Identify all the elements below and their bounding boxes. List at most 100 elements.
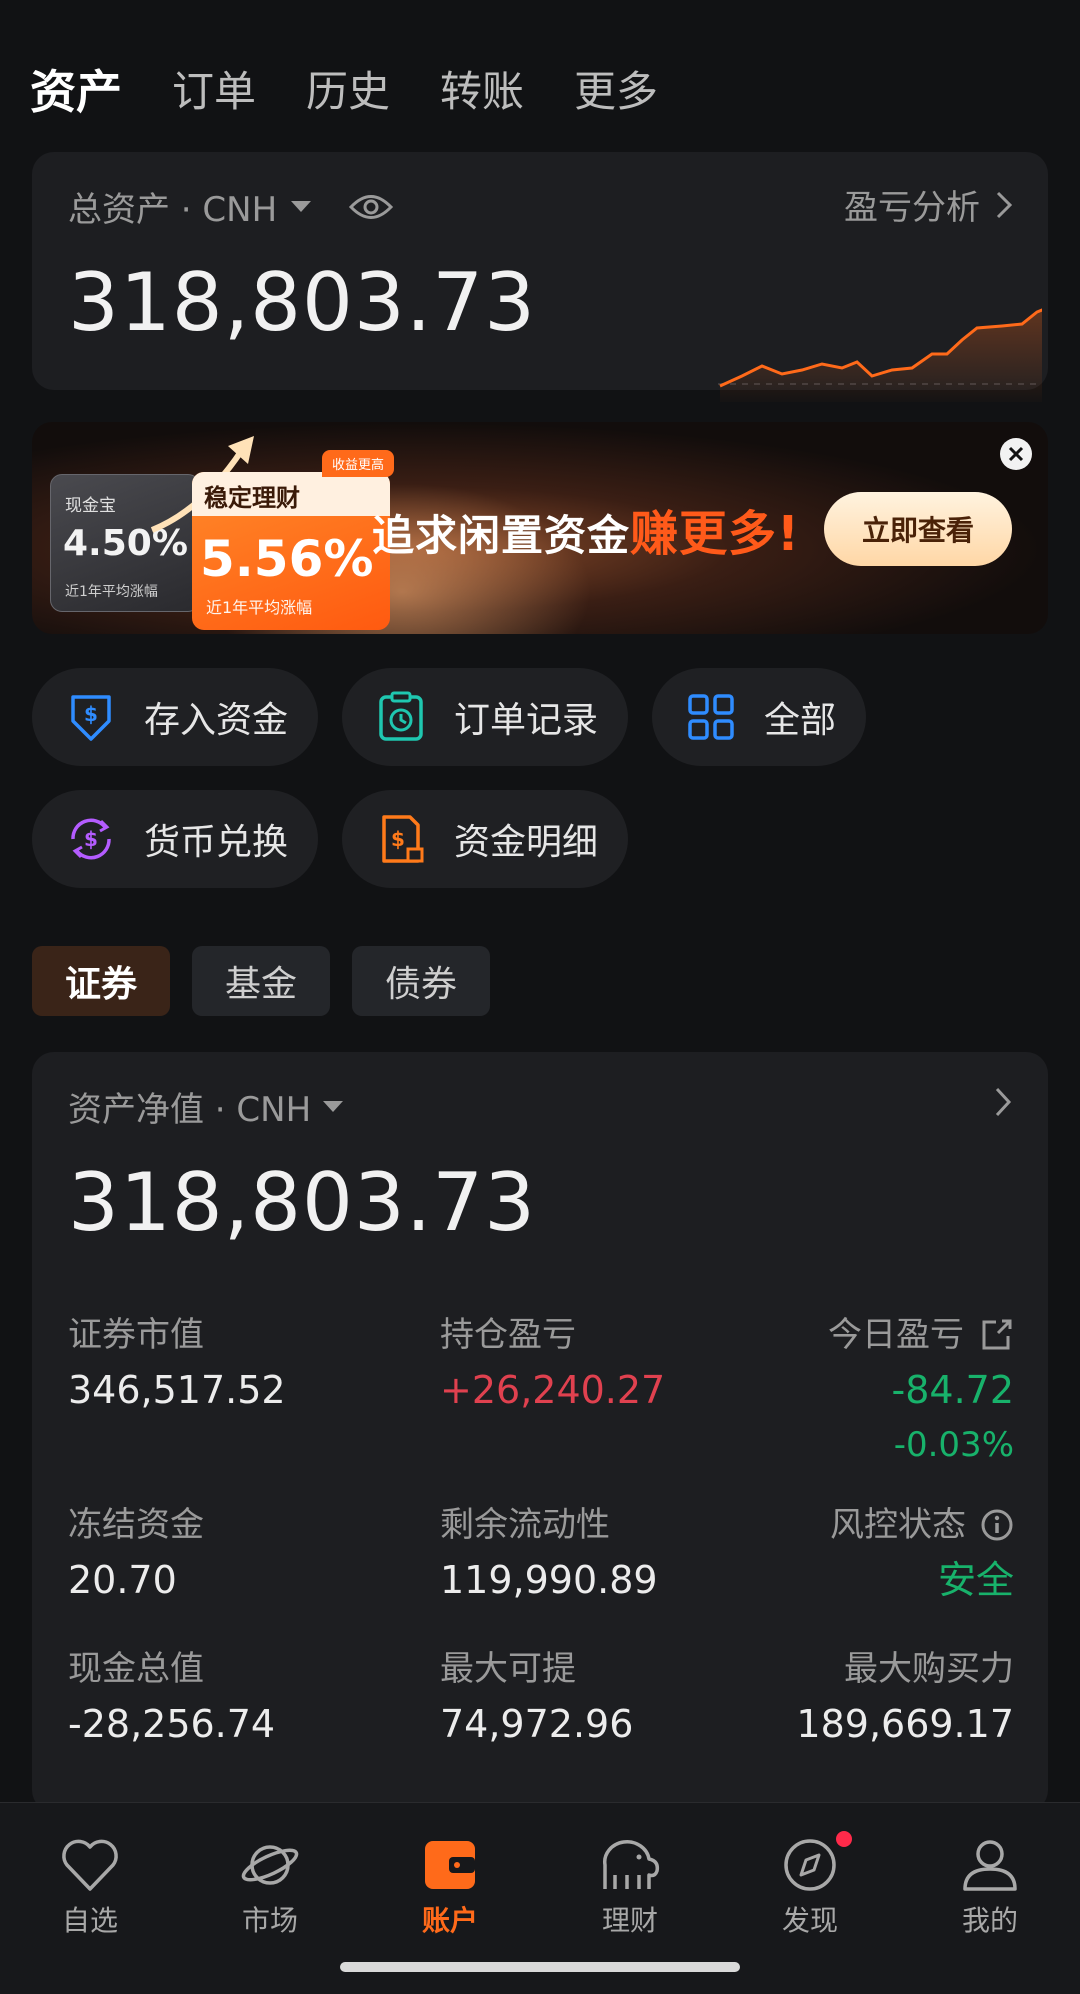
caret-down-icon [291,201,312,212]
nav-watchlist[interactable]: 自选 [20,1837,160,1939]
all-functions-button[interactable]: 全部 [652,668,866,766]
total-assets-currency-selector[interactable]: 总资产 · CNH [68,182,394,231]
wallet-icon [425,1841,475,1889]
max-withdrawable-label: 最大可提 [440,1649,576,1689]
view-now-button[interactable]: 立即查看 [824,492,1012,566]
close-icon [1008,446,1024,462]
account-screen: 资产 订单 历史 转账 更多 总资产 · CNH 318,803.73 盈亏分析 [0,0,1080,1994]
info-icon[interactable] [980,1508,1014,1542]
nav-me[interactable]: 我的 [920,1837,1060,1939]
tab-assets[interactable]: 资产 [30,62,122,122]
pnl-analysis-label: 盈亏分析 [844,188,980,228]
chevron-right-icon[interactable] [994,1086,1012,1118]
svg-text:$: $ [391,827,405,851]
asset-trend-sparkline[interactable] [682,242,1042,402]
deposit-button[interactable]: $ 存入资金 [32,668,318,766]
nav-discover[interactable]: 发现 [740,1831,880,1939]
pnl-analysis-link[interactable]: 盈亏分析 [844,180,1012,229]
notification-dot [836,1831,852,1847]
share-icon[interactable] [978,1317,1014,1353]
fund-details-button[interactable]: $ 资金明细 [342,790,628,888]
svg-text:$: $ [84,827,98,851]
banner-slogan-main: 追求闲置资金 [372,511,631,560]
currency-exchange-icon: $ [64,812,118,866]
max-buying-power-amount: 189,669.17 [796,1702,1014,1746]
nav-account-label: 账户 [421,1904,478,1937]
user-icon [963,1840,1017,1891]
net-asset-currency-selector[interactable]: 资产净值 · CNH [68,1082,344,1131]
net-asset-card[interactable]: 资产净值 · CNH 318,803.73 证券市值 346,517.52 持仓… [32,1052,1048,1812]
nav-market-label: 市场 [241,1904,298,1937]
stable-finance-card: 稳定理财 收益更高 5.56% 近1年平均涨幅 [192,450,394,630]
nav-watchlist-label: 自选 [61,1904,118,1937]
securities-value-label: 证券市值 [68,1315,204,1355]
max-buying-power-label: 最大购买力 [844,1649,1014,1689]
tab-more[interactable]: 更多 [574,62,658,122]
max-buying-power-metric: 最大购买力 189,669.17 [796,1646,1014,1752]
stable-finance-title: 稳定理财 [204,484,300,512]
higher-yield-tag: 收益更高 [321,450,394,477]
heart-icon [62,1839,118,1891]
nav-wealth[interactable]: 理财 [560,1837,700,1939]
promo-banner[interactable]: 现金宝 4.50% 近1年平均涨幅 稳定理财 收益更高 5.56% 近1年平均涨… [32,422,1048,634]
position-pnl-metric: 持仓盈亏 +26,240.27 [440,1312,665,1418]
elephant-icon [603,1840,660,1889]
eye-icon[interactable] [349,192,394,222]
net-asset-label: 资产净值 · CNH [68,1090,312,1130]
remaining-liquidity-amount: 119,990.89 [440,1558,658,1602]
fund-detail-icon: $ [374,812,428,866]
compass-icon [784,1839,836,1891]
today-pnl-amount: -84.72 [891,1368,1015,1412]
total-assets-label: 总资产 · CNH [68,190,278,230]
remaining-liquidity-label: 剩余流动性 [440,1505,610,1545]
home-indicator[interactable] [340,1962,740,1972]
caret-down-icon [323,1101,344,1112]
order-records-button[interactable]: 订单记录 [342,668,628,766]
frozen-funds-amount: 20.70 [68,1558,177,1602]
banner-close-button[interactable] [1000,438,1032,470]
tab-orders[interactable]: 订单 [172,62,256,122]
frozen-funds-metric: 冻结资金 20.70 [68,1502,204,1608]
nav-discover-label: 发现 [781,1904,838,1937]
planet-icon [241,1845,299,1885]
nav-me-label: 我的 [961,1904,1018,1937]
frozen-funds-label: 冻结资金 [68,1505,204,1545]
stable-finance-rate: 5.56% [200,530,374,588]
today-pnl-metric: 今日盈亏 -84.72 -0.03% [828,1312,1014,1472]
tab-transfer[interactable]: 转账 [440,62,524,122]
risk-status-value: 安全 [937,1558,1014,1602]
total-assets-value: 318,803.73 [68,256,537,349]
remaining-liquidity-metric: 剩余流动性 119,990.89 [440,1502,658,1608]
asset-type-segment: 证券 基金 债券 [32,946,490,1016]
top-tab-bar: 资产 订单 历史 转账 更多 [30,62,658,122]
stable-finance-sub: 近1年平均涨幅 [206,598,313,617]
tab-history[interactable]: 历史 [306,62,390,122]
banner-slogan: 追求闲置资金赚更多! [372,494,800,564]
segment-funds[interactable]: 基金 [192,946,330,1016]
cash-treasure-title: 现金宝 [65,496,116,516]
clipboard-clock-icon [374,690,428,744]
segment-securities[interactable]: 证券 [32,946,170,1016]
max-withdrawable-metric: 最大可提 74,972.96 [440,1646,633,1752]
total-assets-card: 总资产 · CNH 318,803.73 盈亏分析 [32,152,1048,402]
order-records-label: 订单记录 [454,700,599,741]
total-cash-amount: -28,256.74 [68,1702,276,1746]
currency-exchange-button[interactable]: $ 货币兑换 [32,790,318,888]
svg-text:$: $ [84,702,98,726]
segment-bonds[interactable]: 债券 [352,946,490,1016]
currency-exchange-label: 货币兑换 [144,822,289,863]
nav-account[interactable]: 账户 [380,1837,520,1939]
deposit-icon: $ [64,690,118,744]
fund-details-label: 资金明细 [454,822,599,863]
today-pnl-label: 今日盈亏 [828,1315,964,1355]
banner-slogan-highlight: 赚更多! [630,506,800,562]
net-asset-value: 318,803.73 [68,1156,537,1249]
all-functions-label: 全部 [764,700,837,741]
risk-status-metric: 风控状态 安全 [830,1502,1014,1608]
chevron-right-icon [996,191,1012,218]
securities-value-metric: 证券市值 346,517.52 [68,1312,286,1418]
total-cash-label: 现金总值 [68,1649,204,1689]
nav-market[interactable]: 市场 [200,1837,340,1939]
today-pnl-percent: -0.03% [893,1425,1014,1465]
total-cash-metric: 现金总值 -28,256.74 [68,1646,275,1752]
